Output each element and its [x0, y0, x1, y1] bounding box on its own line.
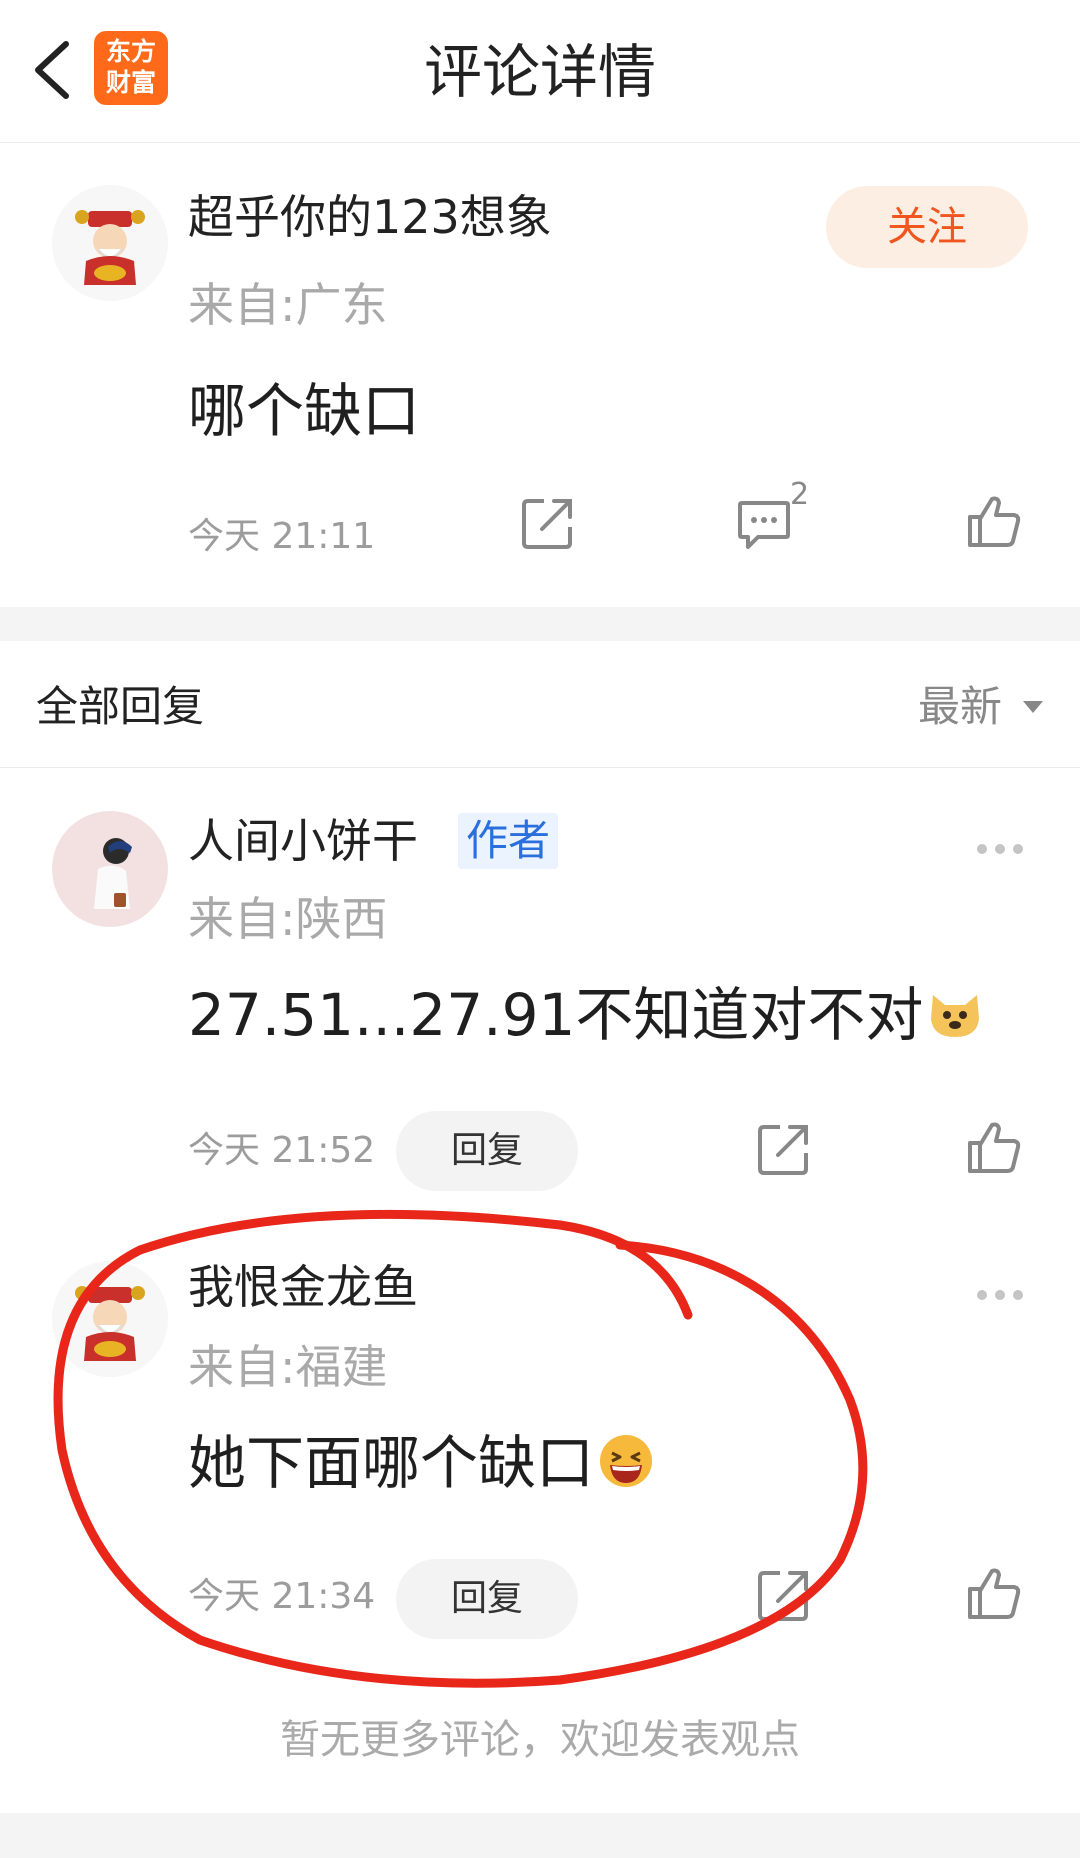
like-icon[interactable]: [966, 1565, 1022, 1621]
more-options-icon[interactable]: [976, 1289, 1024, 1301]
more-options-icon[interactable]: [976, 843, 1024, 855]
comment-count: 2: [790, 477, 810, 512]
reply-button[interactable]: 回复: [396, 1559, 578, 1639]
username[interactable]: 超乎你的123想象: [188, 187, 552, 247]
timestamp: 今天 21:34: [188, 1576, 376, 1617]
comment-icon[interactable]: [736, 495, 792, 551]
location-label: 来自:福建: [188, 1340, 388, 1394]
page-title: 评论详情: [423, 38, 656, 106]
sort-dropdown[interactable]: 最新: [918, 677, 1044, 737]
like-icon[interactable]: [966, 1119, 1022, 1175]
doge-emoji-icon: [931, 995, 980, 1037]
caishen-avatar-icon: [52, 1261, 168, 1377]
share-icon[interactable]: [520, 495, 576, 551]
comment-text: 哪个缺口: [188, 377, 421, 445]
avatar[interactable]: [52, 811, 168, 927]
caishen-avatar-icon: [52, 185, 168, 301]
laughing-emoji-icon: [600, 1435, 653, 1487]
location-label: 来自:广东: [188, 278, 388, 332]
section-title: 全部回复: [36, 682, 205, 731]
location-label: 来自:陕西: [188, 892, 388, 946]
follow-button[interactable]: 关注: [826, 186, 1028, 268]
top-bar: 东方 财富 评论详情: [0, 0, 1080, 143]
username[interactable]: 人间小饼干: [188, 811, 418, 871]
replies-section: 全部回复 最新 人间小饼干 作者 来自:陕西 27.51...27.91不知道对…: [0, 641, 1080, 1813]
reply-text: 27.51...27.91不知道对不对: [188, 977, 983, 1053]
timestamp: 今天 21:11: [188, 516, 376, 557]
reply-text: 她下面哪个缺口: [188, 1425, 654, 1501]
timestamp: 今天 21:52: [188, 1130, 376, 1171]
share-icon[interactable]: [756, 1567, 812, 1623]
avatar[interactable]: [52, 185, 168, 301]
author-badge: 作者: [458, 813, 559, 869]
dropdown-triangle-icon: [1023, 701, 1044, 713]
avatar[interactable]: [52, 1261, 168, 1377]
username[interactable]: 我恨金龙鱼: [188, 1257, 418, 1317]
divider: [0, 767, 1080, 768]
girl-avatar-icon: [52, 811, 168, 927]
reply-button[interactable]: 回复: [396, 1111, 578, 1191]
share-icon[interactable]: [756, 1121, 812, 1177]
no-more-comments-text: 暂无更多评论，欢迎发表观点: [280, 1717, 800, 1763]
like-icon[interactable]: [966, 493, 1022, 549]
sort-label: 最新: [918, 682, 1003, 731]
